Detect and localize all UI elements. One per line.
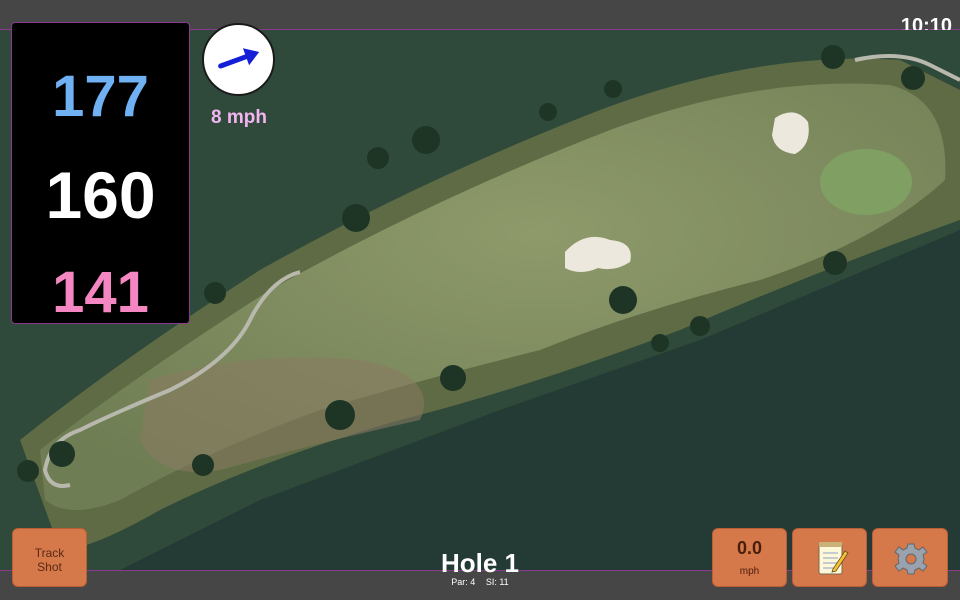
speed-unit: mph bbox=[739, 566, 760, 577]
track-shot-label-line2: Shot bbox=[37, 560, 62, 574]
hole-info: Par: 4 SI: 11 bbox=[380, 577, 580, 587]
gear-icon bbox=[894, 543, 928, 575]
hole-title: Hole 1 bbox=[440, 548, 520, 578]
distance-panel: 177 160 141 bbox=[11, 22, 190, 325]
settings-button[interactable] bbox=[872, 528, 948, 587]
par-label: Par: 4 bbox=[451, 577, 476, 587]
wind-direction-dial bbox=[202, 23, 275, 96]
speed-button[interactable]: 0.0 mph bbox=[712, 528, 787, 587]
track-shot-label-line1: Track bbox=[34, 546, 65, 560]
wind-speed: 8 mph bbox=[211, 107, 267, 128]
track-shot-button[interactable]: Track Shot bbox=[12, 528, 87, 587]
notes-button[interactable] bbox=[792, 528, 867, 587]
wind-arrow-icon bbox=[218, 48, 260, 69]
stroke-index-label: SI: 11 bbox=[485, 577, 509, 587]
speed-value: 0.0 bbox=[736, 538, 763, 558]
middle-distance: 160 bbox=[45, 158, 156, 232]
front-distance: 141 bbox=[52, 260, 149, 325]
notepad-icon bbox=[818, 542, 849, 575]
back-distance: 177 bbox=[52, 64, 149, 129]
